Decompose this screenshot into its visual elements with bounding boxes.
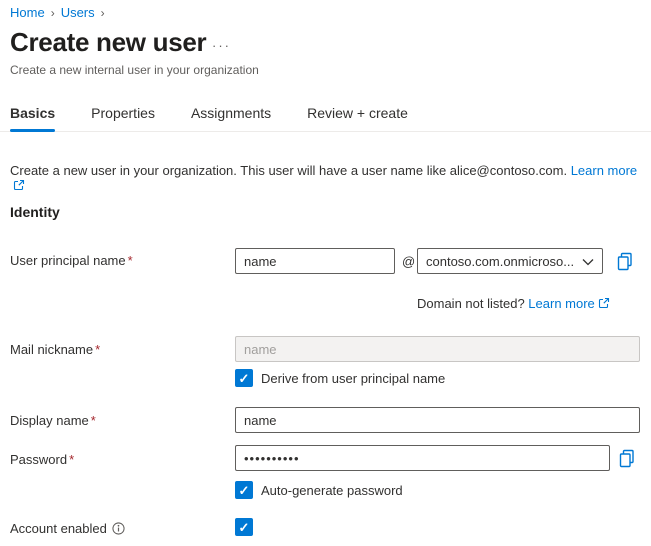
- breadcrumb-separator: ›: [101, 6, 105, 20]
- password-input[interactable]: [235, 445, 610, 471]
- account-enabled-checkbox[interactable]: [235, 518, 253, 536]
- create-new-user-page: Home › Users › Create new user ··· Creat…: [0, 0, 651, 546]
- derive-checkbox-label: Derive from user principal name: [261, 371, 445, 386]
- required-asterisk: *: [128, 253, 133, 268]
- autogen-checkbox[interactable]: [235, 481, 253, 499]
- tab-basics[interactable]: Basics: [10, 105, 55, 131]
- breadcrumb-separator: ›: [51, 6, 55, 20]
- tab-properties[interactable]: Properties: [91, 105, 155, 131]
- tab-bar: Basics Properties Assignments Review + c…: [0, 98, 651, 132]
- breadcrumb-home-link[interactable]: Home: [10, 5, 45, 20]
- domain-dropdown-value: contoso.com.onmicroso...: [426, 254, 574, 269]
- display-name-label: Display name*: [10, 413, 96, 428]
- intro-learn-more-link[interactable]: Learn more: [571, 163, 637, 178]
- mail-nickname-label: Mail nickname*: [10, 342, 100, 357]
- account-enabled-checkbox-row: [235, 518, 253, 536]
- account-enabled-label: Account enabled: [10, 521, 125, 538]
- upn-label: User principal name*: [10, 253, 133, 268]
- section-identity-heading: Identity: [10, 204, 60, 220]
- required-asterisk: *: [69, 452, 74, 467]
- autogen-checkbox-row: Auto-generate password: [235, 481, 403, 499]
- display-name-input[interactable]: [235, 407, 640, 433]
- derive-checkbox-row: Derive from user principal name: [235, 369, 445, 387]
- intro-text: Create a new user in your organization. …: [10, 163, 645, 194]
- external-link-icon: [13, 179, 25, 194]
- domain-learn-more-link[interactable]: Learn more: [528, 296, 594, 311]
- info-icon[interactable]: [112, 522, 125, 538]
- required-asterisk: *: [95, 342, 100, 357]
- at-sign: @: [402, 254, 415, 269]
- required-asterisk: *: [91, 413, 96, 428]
- external-link-icon: [598, 297, 610, 312]
- derive-checkbox[interactable]: [235, 369, 253, 387]
- copy-icon: [617, 252, 633, 271]
- breadcrumb: Home › Users ›: [10, 5, 105, 20]
- page-title: Create new user: [10, 27, 206, 58]
- upn-input[interactable]: [235, 248, 395, 274]
- domain-dropdown[interactable]: contoso.com.onmicroso...: [417, 248, 603, 274]
- autogen-checkbox-label: Auto-generate password: [261, 483, 403, 498]
- domain-help-text: Domain not listed? Learn more: [417, 296, 610, 312]
- page-subtitle: Create a new internal user in your organ…: [10, 63, 259, 77]
- copy-upn-button[interactable]: [615, 250, 635, 272]
- copy-password-button[interactable]: [617, 447, 637, 469]
- breadcrumb-users-link[interactable]: Users: [61, 5, 95, 20]
- copy-icon: [619, 449, 635, 468]
- password-label: Password*: [10, 452, 74, 467]
- tab-assignments[interactable]: Assignments: [191, 105, 271, 131]
- chevron-down-icon: [582, 254, 594, 269]
- tab-review-create[interactable]: Review + create: [307, 105, 408, 131]
- more-actions-button[interactable]: ···: [212, 38, 231, 53]
- mail-nickname-input: [235, 336, 640, 362]
- intro-sentence: Create a new user in your organization. …: [10, 163, 567, 178]
